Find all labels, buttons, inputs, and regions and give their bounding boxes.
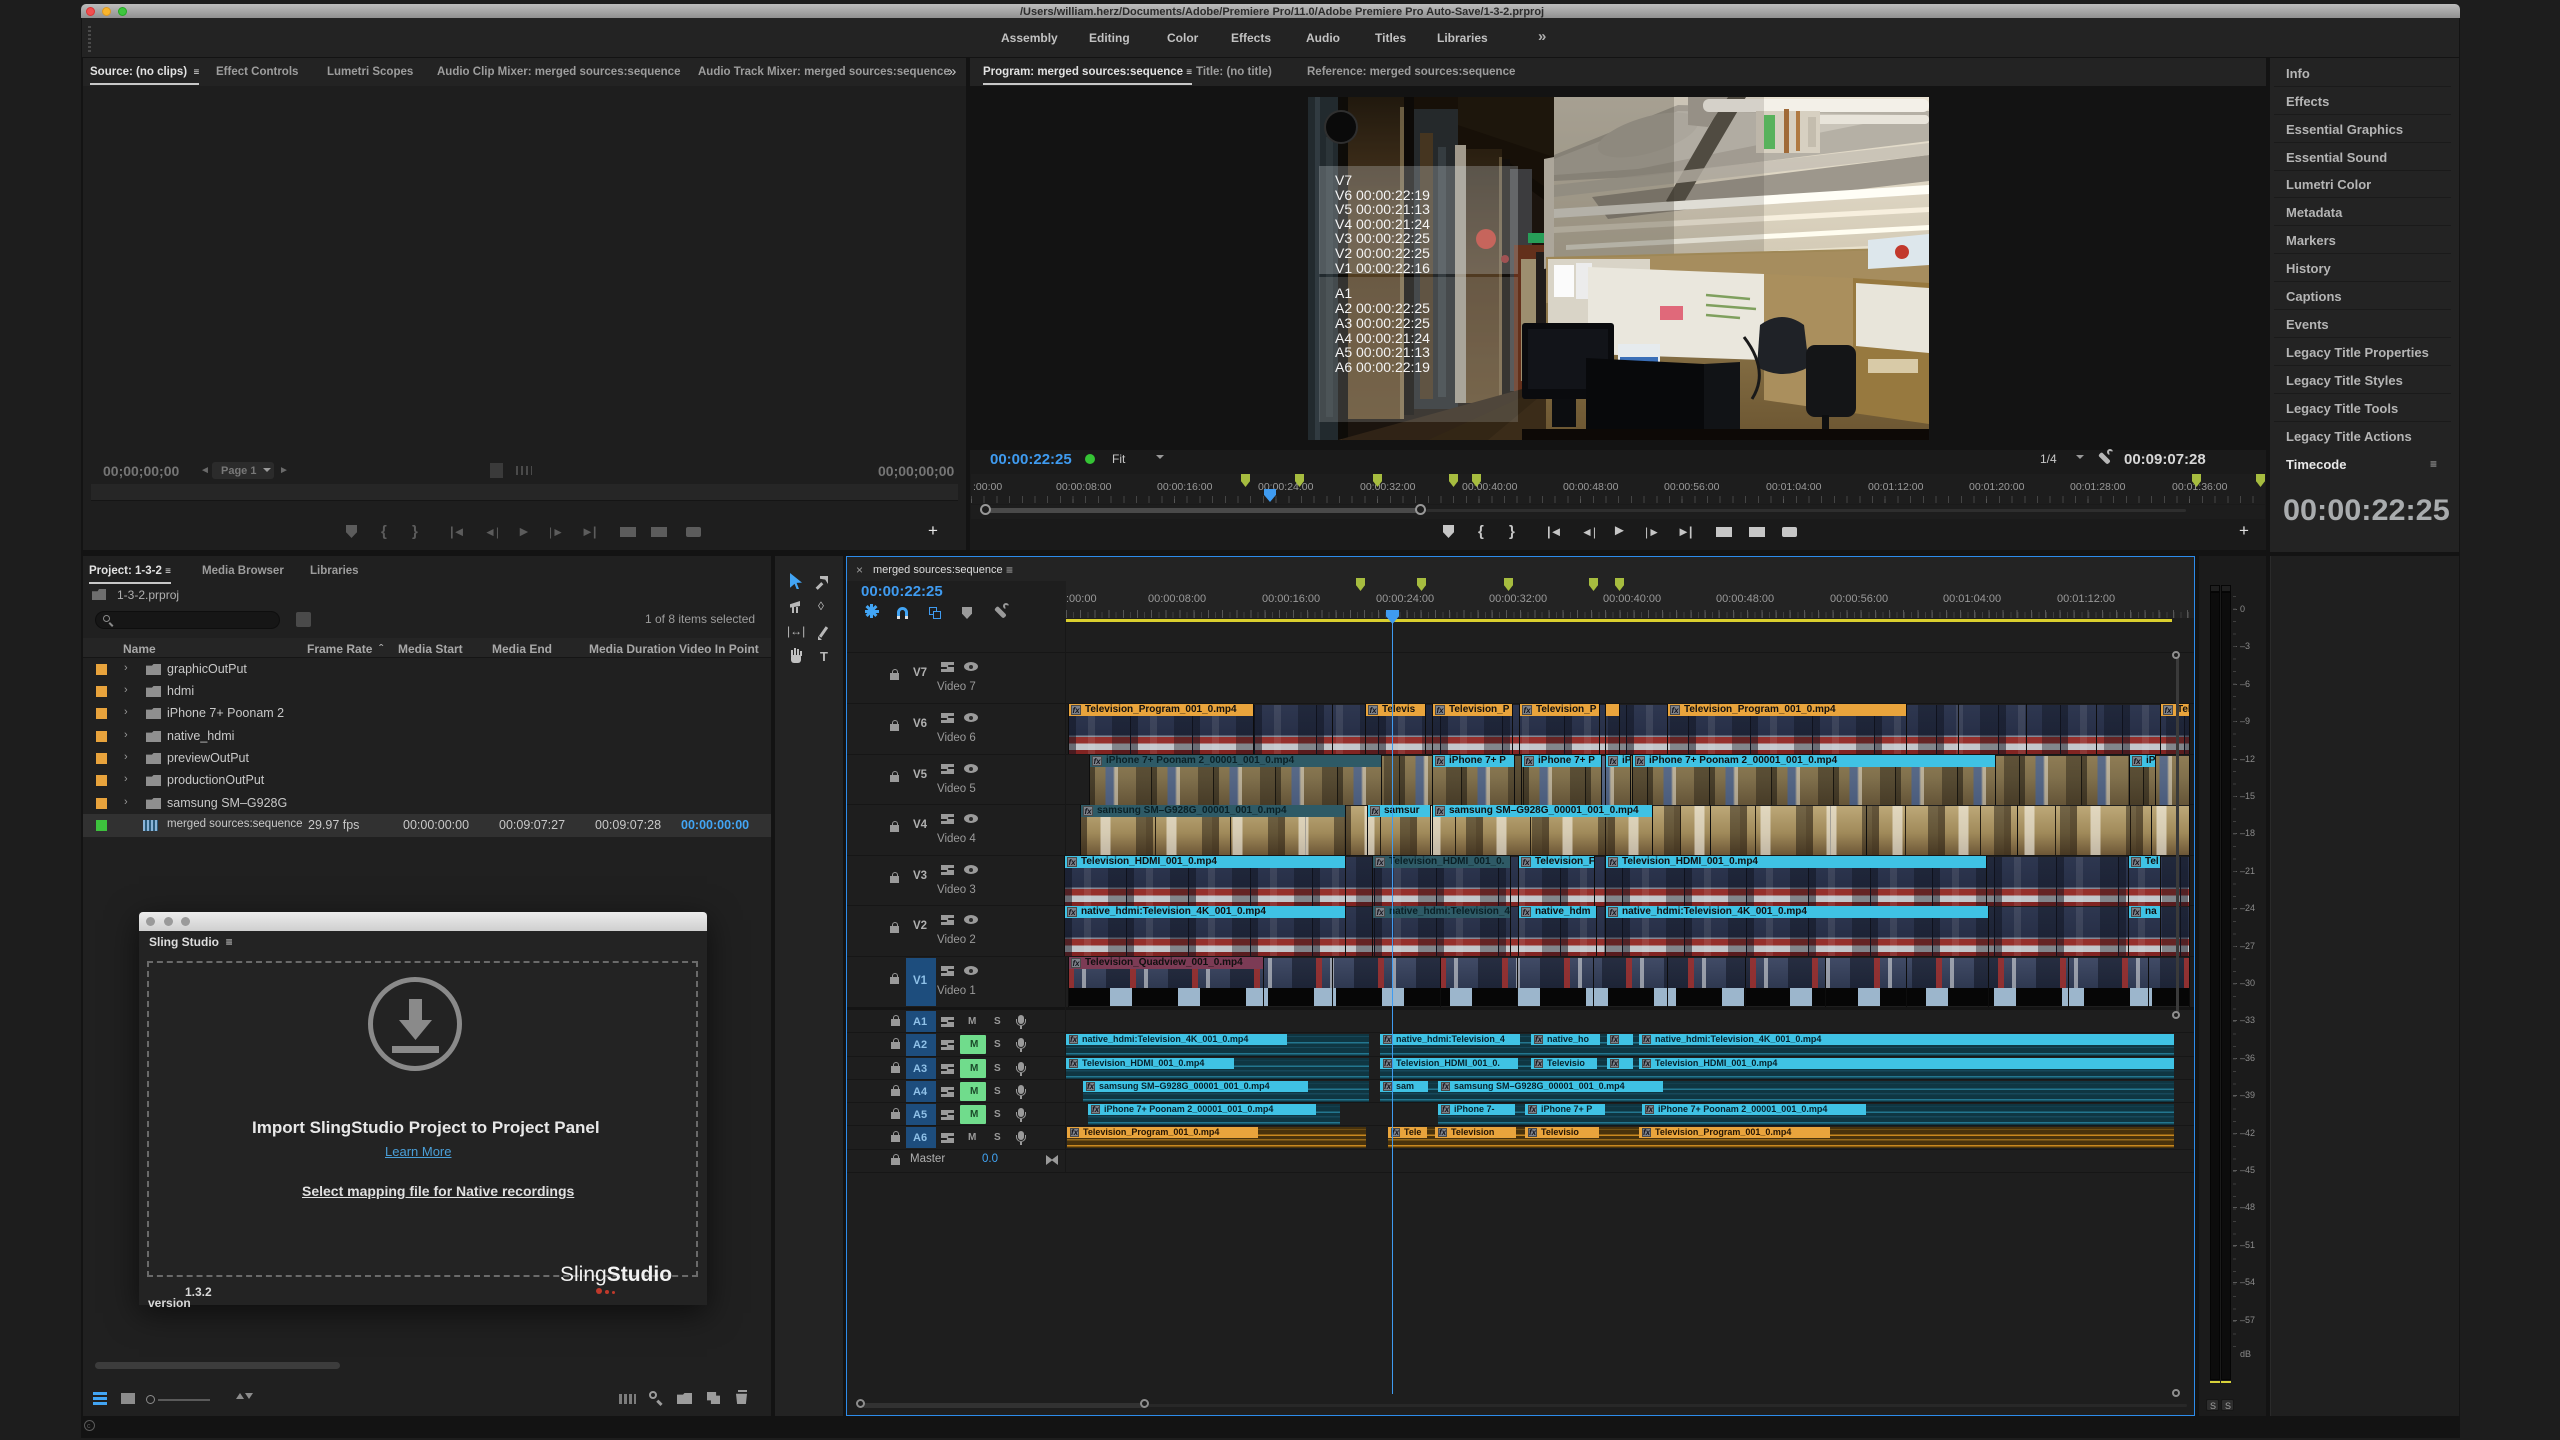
svg-text:V1 00:00:22:16: V1 00:00:22:16	[1335, 260, 1430, 276]
svg-text:V2 00:00:22:25: V2 00:00:22:25	[1335, 245, 1430, 261]
svg-text:A1: A1	[1335, 285, 1352, 301]
svg-text:A2 00:00:22:25: A2 00:00:22:25	[1335, 300, 1430, 316]
svg-text:A5 00:00:21:13: A5 00:00:21:13	[1335, 344, 1430, 360]
svg-text:A6 00:00:22:19: A6 00:00:22:19	[1335, 359, 1430, 375]
svg-text:A3 00:00:22:25: A3 00:00:22:25	[1335, 315, 1430, 331]
svg-text:V7: V7	[1335, 172, 1352, 188]
svg-text:V3 00:00:22:25: V3 00:00:22:25	[1335, 230, 1430, 246]
svg-text:V5 00:00:21:13: V5 00:00:21:13	[1335, 201, 1430, 217]
